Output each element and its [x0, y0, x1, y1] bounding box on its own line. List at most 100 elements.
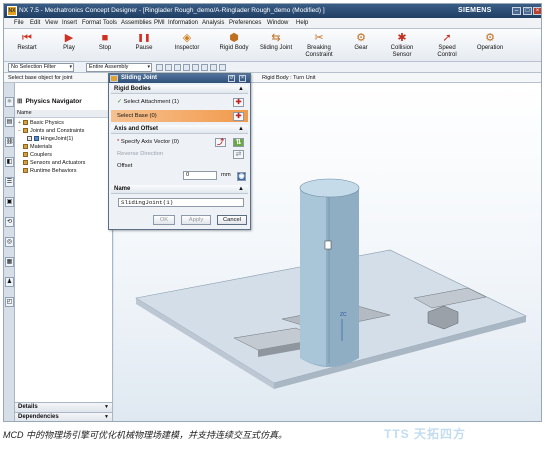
physics-navigator-tab-icon[interactable]: ⚛: [5, 97, 14, 107]
system-scenes-tab-icon[interactable]: ◰: [5, 297, 14, 307]
menu-help[interactable]: Help: [296, 20, 308, 26]
offset-unit: mm: [221, 172, 231, 178]
palette-tab-icon[interactable]: ▦: [5, 257, 14, 267]
ok-button[interactable]: OK: [153, 215, 175, 225]
assembly-navigator-tab-icon[interactable]: ▤: [5, 117, 14, 127]
tree-item-hinge-joint[interactable]: ✓ HingeJoint(1): [27, 136, 73, 143]
joint-name-input[interactable]: SlidingJoint(1): [118, 198, 244, 207]
vector-dialog-icon[interactable]: ⤴: [215, 138, 226, 147]
navigator-title: Physics Navigator: [25, 98, 82, 105]
menu-insert[interactable]: Insert: [62, 20, 77, 26]
play-button[interactable]: ▶ Play: [56, 31, 82, 52]
tree-item-couplers[interactable]: Couplers: [18, 152, 52, 159]
menu-assemblies[interactable]: Assemblies: [121, 20, 152, 26]
snap-mid-icon[interactable]: [174, 64, 181, 71]
close-icon[interactable]: ×: [533, 7, 541, 15]
chevron-up-icon: ▲: [238, 86, 244, 92]
tree-item-runtime-behaviors[interactable]: Runtime Behaviors: [18, 168, 76, 175]
menu-preferences[interactable]: Preferences: [229, 20, 261, 26]
breaking-constraint-button[interactable]: ✂ Breaking Constraint: [301, 31, 337, 59]
options-icon[interactable]: ◉: [237, 172, 246, 181]
sliding-joint-icon: ⇆: [271, 32, 281, 44]
select-object-icon[interactable]: ✚: [233, 112, 244, 121]
name-section[interactable]: Name ▲: [111, 185, 248, 194]
snap-face-icon[interactable]: [219, 64, 226, 71]
pause-button[interactable]: ❚❚ Pause: [130, 31, 158, 52]
tree-item-materials[interactable]: Materials: [18, 144, 52, 151]
snap-grid-icon[interactable]: [210, 64, 217, 71]
reuse-library-tab-icon[interactable]: ▣: [5, 197, 14, 207]
minimize-icon[interactable]: –: [512, 7, 521, 15]
maximize-icon[interactable]: □: [523, 7, 532, 15]
rigid-body-icon: ⬢: [229, 32, 239, 44]
selection-bar: No Selection Filter ▾ Entire Assembly ▾: [4, 62, 541, 73]
inspector-button[interactable]: ◈ Inspector: [168, 31, 206, 52]
menu-format[interactable]: Format: [82, 20, 101, 26]
rigid-body-button[interactable]: ⬢ Rigid Body: [216, 31, 252, 52]
collision-sensor-button[interactable]: ✱ Collision Sensor: [386, 31, 418, 59]
tree-item-basic-physics[interactable]: + Basic Physics: [18, 120, 64, 127]
assembly-scope-dropdown[interactable]: Entire Assembly ▾: [86, 63, 152, 72]
chevron-down-icon: ▼: [104, 414, 109, 420]
roles-tab-icon[interactable]: ♟: [5, 277, 14, 287]
sliding-joint-button[interactable]: ⇆ Sliding Joint: [256, 31, 296, 52]
select-object-icon[interactable]: ✚: [233, 98, 244, 107]
apply-button[interactable]: Apply: [181, 215, 211, 225]
restart-button[interactable]: ⏮ Restart: [12, 31, 42, 52]
menu-analysis[interactable]: Analysis: [202, 20, 224, 26]
watermark: TTS 天拓四方: [384, 427, 466, 441]
dependencies-panel-header[interactable]: Dependencies ▼: [15, 412, 112, 421]
play-icon: ▶: [64, 32, 74, 44]
dialog-title: Sliding Joint: [121, 75, 157, 81]
snap-end-icon[interactable]: [165, 64, 172, 71]
physics-navigator: ⊞ Physics Navigator Name + Basic Physics −…: [15, 83, 113, 421]
cancel-button[interactable]: Cancel: [217, 215, 247, 225]
chevron-up-icon: ▲: [238, 126, 244, 132]
gear-button[interactable]: ⚙ Gear: [348, 31, 374, 52]
folder-icon: [23, 144, 28, 150]
dialog-title-bar[interactable]: Sliding Joint ↺ ×: [109, 74, 250, 83]
specify-axis-row[interactable]: * Specify Axis Vector (0) ⤴ ⇅: [111, 136, 248, 148]
select-attachment-row[interactable]: ✓ Select Attachment (1) ✚: [111, 96, 248, 108]
rigid-bodies-section[interactable]: Rigid Bodies ▲: [111, 85, 248, 94]
gear-icon: ⚙: [356, 32, 366, 44]
operation-button[interactable]: ⚙ Operation: [472, 31, 508, 52]
menu-tools[interactable]: Tools: [103, 20, 117, 26]
chevron-down-icon: ▾: [69, 64, 72, 70]
speed-control-icon: ➚: [442, 32, 452, 44]
folder-icon: [23, 152, 28, 158]
menu-pmi[interactable]: PMI: [154, 20, 165, 26]
close-icon[interactable]: ×: [239, 75, 246, 82]
sequence-editor-tab-icon[interactable]: ☰: [5, 177, 14, 187]
snap-intersect-icon[interactable]: [201, 64, 208, 71]
checkbox-icon[interactable]: ✓: [27, 136, 32, 141]
part-navigator-tab-icon[interactable]: ◧: [5, 157, 14, 167]
column-header-name[interactable]: Name: [15, 110, 112, 118]
menu-window[interactable]: Window: [267, 20, 288, 26]
speed-control-button[interactable]: ➚ Speed Control: [432, 31, 462, 59]
reverse-direction-icon[interactable]: ⇄: [233, 150, 244, 159]
reset-icon[interactable]: ↺: [228, 75, 235, 82]
required-icon: *: [117, 139, 120, 145]
web-browser-tab-icon[interactable]: ◎: [5, 237, 14, 247]
menu-information[interactable]: Information: [168, 20, 198, 26]
offset-input[interactable]: 0: [183, 171, 217, 180]
expand-icon[interactable]: ⊞: [17, 98, 22, 105]
menu-edit[interactable]: Edit: [30, 20, 40, 26]
history-tab-icon[interactable]: ⟲: [5, 217, 14, 227]
vector-options-icon[interactable]: ⇅: [233, 138, 244, 147]
menu-view[interactable]: View: [45, 20, 58, 26]
menu-file[interactable]: File: [14, 20, 24, 26]
snap-point-icon[interactable]: [156, 64, 163, 71]
select-base-row[interactable]: Select Base (0) ✚: [111, 110, 248, 122]
stop-button[interactable]: ■ Stop: [92, 31, 118, 52]
tree-item-sensors-and-actuators[interactable]: Sensors and Actuators: [18, 160, 85, 167]
axis-and-offset-section[interactable]: Axis and Offset ▲: [111, 125, 248, 134]
selection-filter-dropdown[interactable]: No Selection Filter ▾: [8, 63, 74, 72]
constraint-navigator-tab-icon[interactable]: ⛓: [5, 137, 14, 147]
snap-center-icon[interactable]: [183, 64, 190, 71]
tree-item-joints-and-constraints[interactable]: − Joints and Constraints: [18, 128, 84, 135]
details-panel-header[interactable]: Details ▼: [15, 402, 112, 412]
snap-quadrant-icon[interactable]: [192, 64, 199, 71]
reverse-direction-row[interactable]: Reverse Direction ⇄: [111, 148, 248, 160]
